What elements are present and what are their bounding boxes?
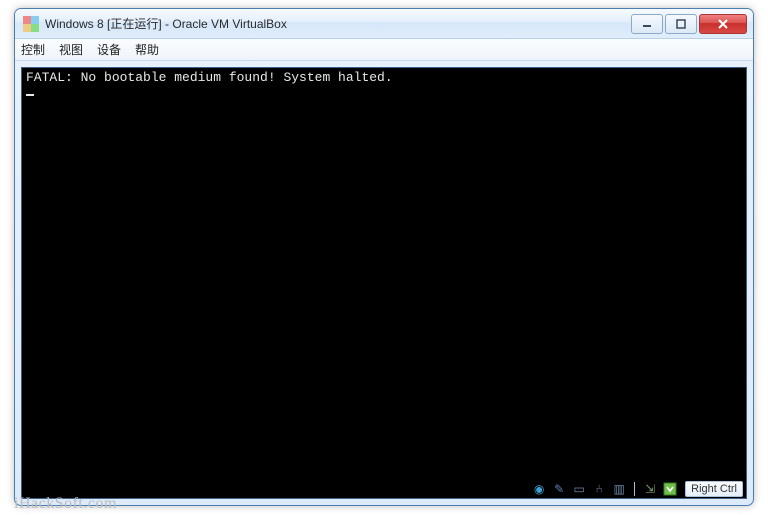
vm-window: Windows 8 [正在运行] - Oracle VM VirtualBox … bbox=[14, 8, 754, 506]
window-title: Windows 8 [正在运行] - Oracle VM VirtualBox bbox=[45, 15, 287, 32]
window-controls bbox=[629, 14, 747, 34]
menubar: 控制 视图 设备 帮助 bbox=[15, 39, 753, 61]
vm-display[interactable]: FATAL: No bootable medium found! System … bbox=[21, 67, 747, 499]
mouse-integration-icon[interactable]: ⇲ bbox=[642, 481, 658, 497]
separator bbox=[634, 482, 635, 496]
maximize-button[interactable] bbox=[665, 14, 697, 34]
hard-disk-icon[interactable]: ◉ bbox=[531, 481, 547, 497]
close-button[interactable] bbox=[699, 14, 747, 34]
minimize-button[interactable] bbox=[631, 14, 663, 34]
host-key-label[interactable]: Right Ctrl bbox=[685, 481, 743, 497]
statusbar: ◉ ✎ ▭ ⑃ ▥ ⇲ Right Ctrl bbox=[531, 479, 743, 499]
menu-devices[interactable]: 设备 bbox=[97, 41, 121, 58]
usb-icon[interactable]: ⑃ bbox=[591, 481, 607, 497]
menu-view[interactable]: 视图 bbox=[59, 41, 83, 58]
virtualbox-icon bbox=[23, 16, 39, 32]
titlebar[interactable]: Windows 8 [正在运行] - Oracle VM VirtualBox bbox=[15, 9, 753, 39]
menu-help[interactable]: 帮助 bbox=[135, 41, 159, 58]
shared-folders-icon[interactable]: ▥ bbox=[611, 481, 627, 497]
host-key-indicator-icon[interactable] bbox=[662, 481, 678, 497]
text-cursor bbox=[26, 94, 34, 96]
network-icon[interactable]: ▭ bbox=[571, 481, 587, 497]
menu-control[interactable]: 控制 bbox=[21, 41, 45, 58]
optical-drive-icon[interactable]: ✎ bbox=[551, 481, 567, 497]
console-line: FATAL: No bootable medium found! System … bbox=[26, 70, 742, 85]
watermark-text: iHackSoft.com bbox=[14, 495, 117, 513]
